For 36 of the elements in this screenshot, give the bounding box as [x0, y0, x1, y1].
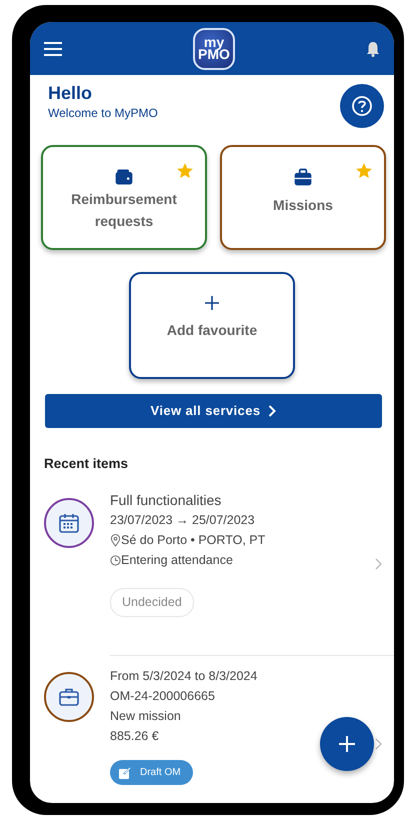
favourite-label: Reimbursement requests	[70, 190, 178, 231]
item-title: Full functionalities	[110, 491, 222, 510]
favourite-card[interactable]: Reimbursement requests	[41, 145, 207, 250]
greeting-title: Hello	[48, 84, 94, 104]
status-tag: Undecided	[110, 588, 194, 617]
add-favourite-label: Add favourite	[166, 321, 258, 340]
favourite-card[interactable]: Missions	[220, 145, 386, 250]
wallet-icon	[114, 167, 134, 187]
item-detail-text: 23/07/2023 → 25/07/2023	[110, 512, 255, 530]
plus-icon	[338, 735, 356, 753]
item-detail-text: Sé do Porto • PORTO, PT	[121, 532, 266, 550]
edit-icon	[118, 766, 132, 780]
section-title: Recent items	[43, 455, 130, 473]
plus-icon	[205, 296, 219, 310]
item-detail-text: OM-24-200006665	[110, 688, 215, 705]
recent-item[interactable]: Full functionalities 23/07/2023 → 25/07/2023 Sé do Porto • PORTO, PT Entering attendance Undecided	[30, 474, 394, 617]
view-all-services-button[interactable]: View all services	[45, 394, 382, 428]
item-detail-text: 885.26 €	[110, 728, 159, 745]
item-detail-text: New mission	[110, 708, 181, 725]
chevron-right-icon	[268, 405, 276, 417]
item-detail-text: Entering attendance	[121, 552, 233, 570]
clock-icon	[110, 554, 121, 567]
item-detail-text: From 5/3/2024 to 8/3/2024	[110, 668, 258, 685]
favourite-label: Missions	[273, 196, 333, 215]
add-button[interactable]	[320, 717, 374, 771]
help-button[interactable]	[340, 84, 384, 128]
pin-icon	[110, 534, 121, 547]
bell-icon[interactable]	[366, 40, 380, 56]
greeting-subtitle: Welcome to MyPMO	[48, 104, 158, 122]
add-favourite-card[interactable]: Add favourite	[129, 272, 295, 379]
help-icon	[351, 95, 373, 117]
app-logo: my PMO	[193, 28, 235, 70]
calendar-icon	[57, 511, 81, 536]
menu-icon[interactable]	[44, 42, 62, 56]
briefcase-icon	[293, 167, 313, 187]
status-tag: Draft OM	[110, 760, 193, 785]
